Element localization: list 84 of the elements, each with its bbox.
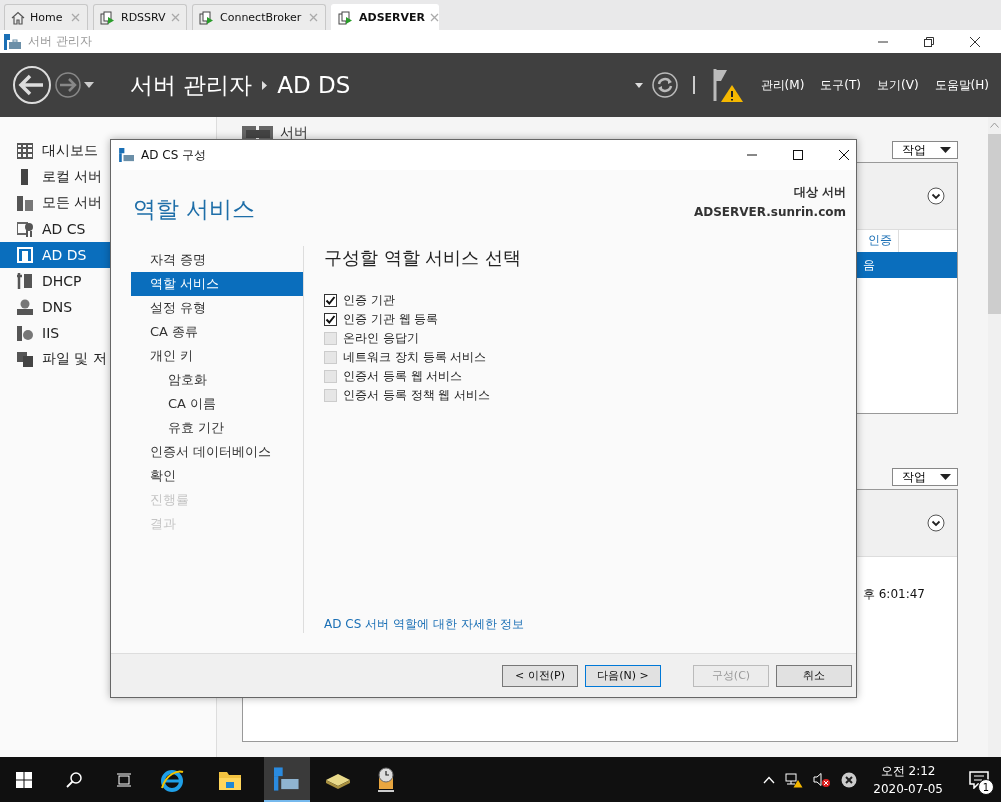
refresh-icon[interactable] (650, 71, 679, 99)
dropdown-caret-icon[interactable] (634, 82, 643, 88)
error-icon[interactable] (841, 771, 858, 788)
server-connection-icon (100, 10, 116, 25)
server-role-icon (17, 143, 33, 159)
server-role-icon (17, 325, 33, 341)
browser-tab[interactable]: Home (4, 4, 88, 30)
wizard-step[interactable]: 확인 (131, 464, 303, 488)
wizard-step[interactable]: 역할 서비스 (131, 272, 303, 296)
wizard-step[interactable]: 유효 기간 (131, 416, 303, 440)
caret-icon (940, 147, 951, 153)
page-heading: 역할 서비스 (133, 195, 256, 224)
notification-count: 1 (978, 779, 994, 795)
target-server-label: 대상 서버 (793, 184, 846, 201)
menu-item[interactable]: 보기(V) (877, 76, 919, 94)
server-role-icon (17, 195, 33, 211)
wizard-step[interactable]: CA 종류 (131, 320, 303, 344)
server-manager-icon (4, 33, 22, 50)
show-hidden-icons-icon[interactable] (763, 775, 776, 784)
checkbox-label: 인증 기관 (343, 291, 395, 309)
checkbox-label: 인증 기관 웹 등록 (343, 310, 439, 328)
browser-tab[interactable]: ConnectBroker (192, 4, 326, 30)
checkbox[interactable] (324, 293, 337, 307)
section-heading: 서버 (280, 124, 308, 142)
breadcrumb-item[interactable]: 서버 관리자 (130, 69, 253, 101)
dropdown-caret-icon[interactable] (84, 82, 94, 88)
expand-icon[interactable] (927, 514, 945, 532)
server-manager-icon (119, 148, 135, 162)
close-icon[interactable] (969, 35, 981, 48)
wizard-step[interactable]: 설정 유형 (131, 296, 303, 320)
info-link[interactable]: AD CS 서버 역할에 대한 자세한 정보 (324, 616, 525, 633)
menu-item[interactable]: 관리(M) (760, 76, 805, 94)
breadcrumb-item[interactable]: AD DS (277, 72, 351, 98)
maximize-icon[interactable] (792, 149, 804, 161)
server-role-icon (17, 299, 33, 315)
checkbox-label: 인증서 등록 정책 웹 서비스 (343, 386, 491, 404)
content-heading: 구성할 역할 서비스 선택 (324, 246, 523, 270)
target-server-value: ADSERVER.sunrin.com (693, 205, 846, 219)
taskbar-app[interactable] (264, 757, 310, 802)
back-icon[interactable] (12, 65, 52, 105)
server-role-icon (17, 273, 33, 289)
caret-icon (940, 474, 951, 480)
search-icon[interactable] (66, 771, 82, 788)
checkbox-label: 네트워크 장치 등록 서비스 (343, 348, 487, 366)
server-role-icon (17, 221, 33, 237)
sidebar-item[interactable]: 로컬 서버 (0, 164, 216, 190)
browser-icon[interactable] (160, 767, 184, 792)
checkbox-label: 온라인 응답기 (343, 329, 419, 347)
network-warning-icon[interactable] (785, 771, 804, 788)
forward-icon[interactable] (54, 71, 82, 99)
restore-icon[interactable] (923, 35, 935, 48)
menu-item[interactable]: 도움말(H) (934, 76, 989, 94)
server-role-icon (17, 247, 33, 263)
server-connection-icon (338, 10, 354, 25)
checkbox-label: 인증서 등록 웹 서비스 (343, 367, 463, 385)
checkbox[interactable] (324, 312, 337, 326)
speaker-muted-icon[interactable] (813, 771, 832, 788)
scrollbar-thumb[interactable] (988, 134, 1001, 314)
tasks-dropdown[interactable]: 작업 (892, 141, 958, 159)
wizard-step[interactable]: CA 이름 (131, 392, 303, 416)
close-icon[interactable] (838, 149, 850, 161)
task-view-icon[interactable] (116, 771, 132, 788)
dialog-title: AD CS 구성 (141, 146, 207, 164)
breadcrumb-separator-icon (262, 80, 268, 90)
dialog-button[interactable]: 취소 (776, 664, 852, 687)
start-icon[interactable] (16, 771, 32, 788)
server-manager-icon (274, 765, 300, 792)
clock[interactable]: 오전 2:12 2020-07-05 (873, 763, 943, 796)
dialog-button[interactable]: < 이전(P) (502, 664, 578, 687)
server-role-icon (17, 351, 33, 367)
wizard-step[interactable]: 개인 키 (131, 344, 303, 368)
expand-icon[interactable] (927, 187, 945, 205)
wizard-step[interactable]: 암호화 (131, 368, 303, 392)
dialog-button[interactable]: 다음(N) > (585, 664, 661, 687)
wizard-step[interactable]: 인증서 데이터베이스 (131, 440, 303, 464)
notifications-icon[interactable] (969, 770, 989, 789)
browser-tab[interactable]: RDSSRV (93, 4, 187, 30)
tasks-dropdown[interactable]: 작업 (892, 468, 958, 486)
menu-item[interactable]: 도구(T) (820, 76, 862, 94)
home-icon (11, 10, 25, 25)
notification-flag-icon[interactable] (712, 67, 745, 103)
browser-tab[interactable]: ADSERVER (331, 4, 439, 30)
window-title: 서버 관리자 (28, 33, 92, 50)
server-connection-icon (199, 10, 215, 25)
